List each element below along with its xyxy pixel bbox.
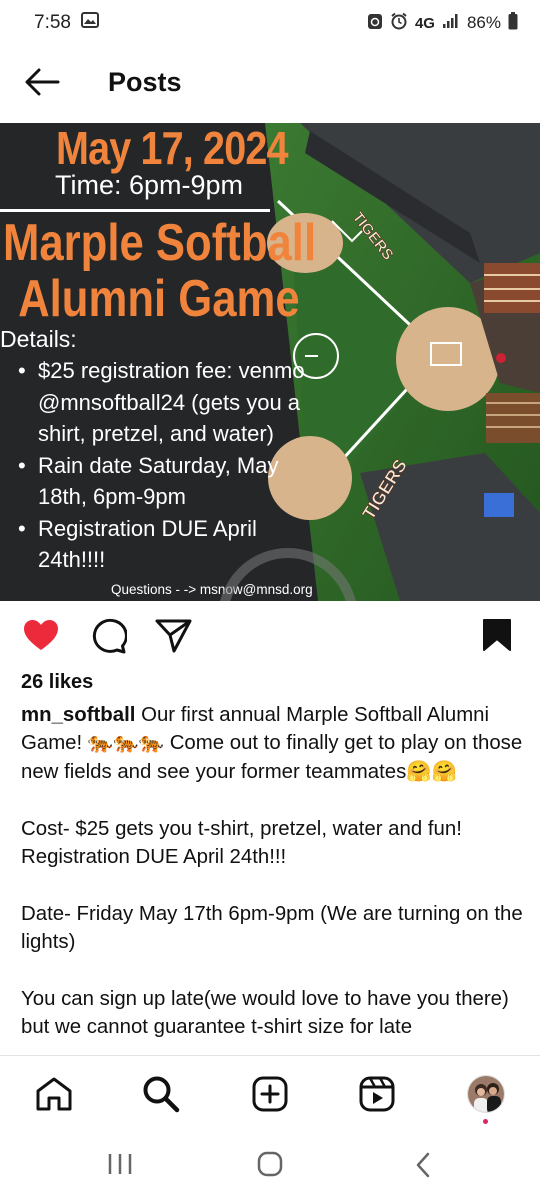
- home-icon: [36, 1077, 72, 1111]
- nav-reels[interactable]: [355, 1072, 399, 1116]
- recent-apps-icon: [108, 1154, 132, 1174]
- signal-icon: [442, 13, 460, 34]
- status-bar: 7:58 4G 86%: [0, 0, 540, 46]
- notification-dot: [483, 1119, 488, 1124]
- flyer-divider: [0, 209, 270, 212]
- field-label-tigers-top: TIGERS: [349, 209, 397, 263]
- system-navigation: [0, 1131, 540, 1200]
- comment-button[interactable]: [89, 618, 127, 654]
- recent-apps-button[interactable]: [105, 1151, 135, 1177]
- share-button[interactable]: [155, 618, 193, 654]
- alarm-icon: [390, 12, 408, 35]
- status-time: 7:58: [34, 12, 71, 33]
- flyer-time: Time: 6pm-9pm: [55, 170, 244, 200]
- page-title: Posts: [108, 66, 182, 97]
- home-circle-icon: [257, 1151, 283, 1177]
- nav-home[interactable]: [32, 1072, 76, 1116]
- heart-filled-icon: [24, 620, 58, 650]
- add-post-icon: [252, 1076, 288, 1112]
- post-actions: [0, 612, 540, 660]
- battery-icon: [508, 11, 518, 35]
- caption-date: Date- Friday May 17th 6pm-9pm (We are tu…: [21, 902, 523, 954]
- back-system-button[interactable]: [412, 1151, 434, 1179]
- recycle-icon: [367, 12, 383, 35]
- flyer-title: Marple Softball Alumni Game: [3, 215, 316, 327]
- caption-username[interactable]: mn_softball: [21, 704, 135, 726]
- nav-search[interactable]: [139, 1072, 183, 1116]
- flyer-title-line2: Alumni Game: [18, 270, 300, 328]
- chevron-left-icon: [416, 1152, 430, 1178]
- flyer-details-label: Details:: [0, 326, 77, 352]
- reels-icon: [359, 1076, 395, 1112]
- flyer-details-list: $25 registration fee: venmo @mnsoftball2…: [18, 355, 328, 576]
- battery-percent: 86%: [466, 13, 501, 32]
- posts-header: Posts: [0, 50, 540, 114]
- like-button[interactable]: [22, 618, 60, 652]
- status-right: 4G 86%: [367, 11, 518, 35]
- field-label-tigers-bottom: TIGERS: [358, 456, 410, 523]
- network-type: 4G: [414, 14, 435, 32]
- gallery-notification-icon: [80, 12, 99, 34]
- flyer-title-line1: Marple Softball: [3, 214, 317, 272]
- post-caption: mn_softball Our first annual Marple Soft…: [21, 701, 526, 1042]
- back-button[interactable]: [0, 50, 84, 114]
- home-system-button[interactable]: [256, 1151, 284, 1177]
- likes-count[interactable]: 26 likes: [21, 671, 93, 694]
- caption-late: You can sign up late(we would love to ha…: [21, 988, 509, 1039]
- nav-create[interactable]: [248, 1072, 292, 1116]
- caption-container: mn_softball Our first annual Marple Soft…: [0, 700, 540, 1054]
- send-icon: [155, 619, 192, 653]
- comment-icon: [92, 618, 127, 654]
- flyer-detail-item: $25 registration fee: venmo @mnsoftball2…: [18, 355, 328, 450]
- caption-cost: Cost- $25 gets you t-shirt, pretzel, wat…: [21, 817, 462, 869]
- flyer-text: May 17, 2024 Time: 6pm-9pm Marple Softba…: [0, 123, 320, 601]
- bookmark-filled-icon: [483, 619, 511, 651]
- flyer-detail-item: Rain date Saturday, May 18th, 6pm-9pm: [18, 450, 328, 513]
- post-image[interactable]: TIGERS TIGERS May 17, 2024 Time: 6pm-9pm…: [0, 123, 540, 601]
- save-button[interactable]: [482, 618, 512, 652]
- nav-profile[interactable]: [464, 1072, 508, 1116]
- search-icon: [143, 1076, 180, 1113]
- back-arrow-icon: [25, 68, 60, 96]
- profile-avatar: [467, 1075, 505, 1113]
- flyer-date: May 17, 2024: [56, 123, 288, 174]
- bottom-navigation: [0, 1055, 540, 1131]
- status-left: 7:58: [34, 12, 99, 34]
